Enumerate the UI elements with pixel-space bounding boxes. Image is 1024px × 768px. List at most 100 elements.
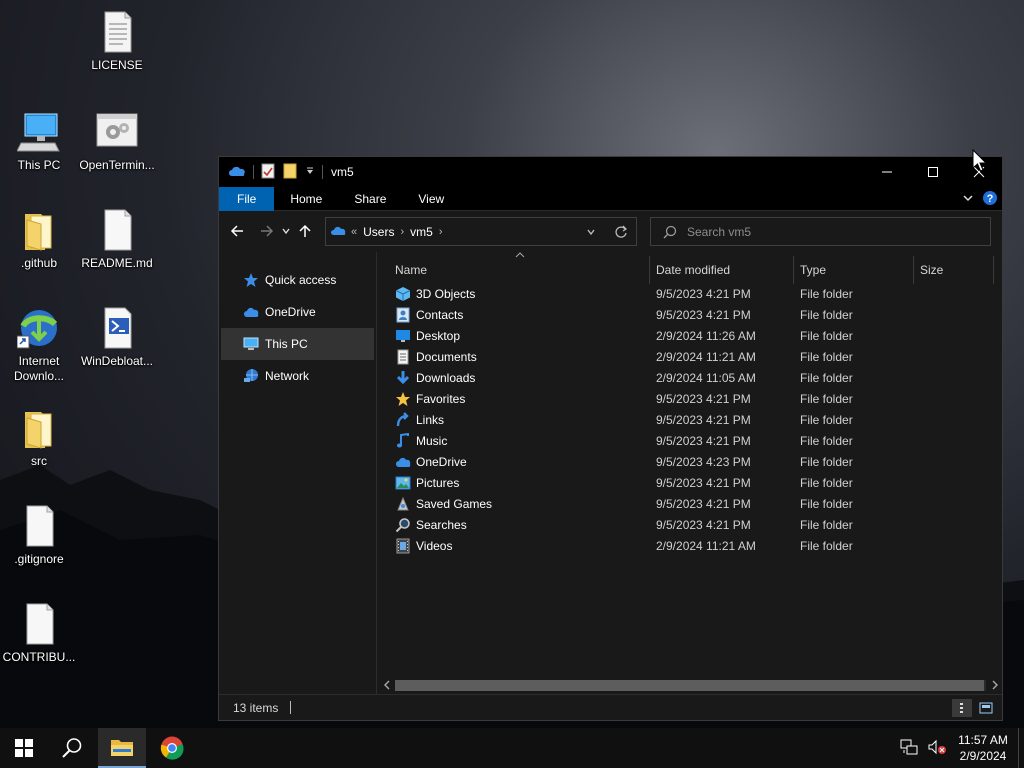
tab-share[interactable]: Share [338,187,402,211]
row-date: 2/9/2024 11:21 AM [656,350,756,364]
scrollbar-thumb[interactable] [395,680,984,691]
maximize-button[interactable] [910,157,956,187]
show-desktop-button[interactable] [1018,728,1024,768]
magnifier-icon [395,518,410,533]
refresh-button[interactable] [606,218,636,245]
list-item[interactable]: Videos 2/9/2024 11:21 AM File folder [377,536,1002,557]
network-status-icon[interactable] [900,739,918,758]
nav-item-onedrive[interactable]: OneDrive [219,296,376,328]
computer-icon [243,337,259,350]
contacts-icon [396,307,410,323]
breadcrumb-separator-icon[interactable]: › [400,226,404,238]
clock[interactable]: 11:57 AM 2/9/2024 [954,732,1012,764]
game-icon [397,496,409,511]
ribbon-right-controls: ? [962,190,998,209]
details-view-button[interactable] [952,699,972,717]
taskbar-chrome[interactable] [148,728,196,768]
row-name: Favorites [416,392,466,406]
list-item[interactable]: Contacts 9/5/2023 4:21 PM File folder [377,305,1002,326]
search-box[interactable] [650,217,991,246]
toolbar-separator [322,165,323,179]
breadcrumb-users[interactable]: Users [363,225,394,239]
list-item[interactable]: Downloads 2/9/2024 11:05 AM File folder [377,368,1002,389]
row-type: File folder [800,518,853,532]
address-bar[interactable]: « Users › vm5 › [325,217,637,246]
tab-file[interactable]: File [219,186,275,211]
taskbar-file-explorer[interactable] [98,728,146,768]
list-item[interactable]: Saved Games 9/5/2023 4:21 PM File folder [377,494,1002,515]
desktop-icon-contributing[interactable]: CONTRIBU... [1,602,77,665]
back-button[interactable] [225,219,249,243]
address-history-button[interactable] [576,218,606,245]
nav-item-label: This PC [265,337,308,351]
list-item[interactable]: Pictures 9/5/2023 4:21 PM File folder [377,473,1002,494]
recent-locations-button[interactable] [279,219,293,243]
desktop-icon [396,330,410,342]
row-name: Searches [416,518,467,532]
column-header-row: Name Date modified Type Size [377,252,1002,284]
column-header-name[interactable]: Name [389,256,650,284]
desktop-icon-github-folder[interactable]: .github [1,208,77,271]
list-item[interactable]: Documents 2/9/2024 11:21 AM File folder [377,347,1002,368]
nav-item-quick-access[interactable]: Quick access [219,264,376,296]
list-item[interactable]: Favorites 9/5/2023 4:21 PM File folder [377,389,1002,410]
navigation-pane: Quick access OneDrive This PC Network [219,252,377,694]
up-button[interactable] [293,219,317,243]
expand-ribbon-chevron-icon[interactable] [962,192,974,207]
row-name: 3D Objects [416,287,476,301]
desktop-icon-windebloater[interactable]: WinDebloat... [79,306,155,369]
row-date: 9/5/2023 4:21 PM [656,287,751,301]
desktop-icon-label: LICENSE [91,58,143,72]
properties-icon[interactable] [261,163,275,182]
minimize-button[interactable] [864,157,910,187]
list-item[interactable]: OneDrive 9/5/2023 4:23 PM File folder [377,452,1002,473]
row-type: File folder [800,455,853,469]
list-item[interactable]: Music 9/5/2023 4:21 PM File folder [377,431,1002,452]
list-item[interactable]: Links 9/5/2023 4:21 PM File folder [377,410,1002,431]
desktop-icon-readme[interactable]: README.md [79,208,155,271]
chevron-down-icon [282,228,290,235]
forward-button[interactable] [255,219,279,243]
status-bar: 13 items [219,694,1002,720]
search-input[interactable] [687,224,967,239]
large-icons-view-icon [979,702,993,714]
tab-home[interactable]: Home [274,187,338,211]
help-icon[interactable]: ? [982,190,998,209]
desktop-icon-src-folder[interactable]: src [1,406,77,469]
desktop-icon-this-pc[interactable]: This PC [1,110,77,173]
column-header-date-modified[interactable]: Date modified [650,256,794,284]
title-bar[interactable]: vm5 [219,157,1002,187]
text-file-icon [95,10,139,54]
desktop-icon-license[interactable]: LICENSE [79,10,155,73]
breadcrumb-separator-icon[interactable]: › [439,226,443,238]
quick-access-toolbar [219,163,323,182]
svg-text:?: ? [987,193,994,205]
scroll-left-icon[interactable] [382,680,392,690]
search-button[interactable] [48,728,96,768]
row-name: Music [416,434,448,448]
customize-toolbar-chevron-icon[interactable] [305,165,315,179]
nav-item-this-pc[interactable]: This PC [221,328,374,360]
desktop-icon-internet-download-manager[interactable]: Internet Downlo... [1,306,77,384]
column-header-size[interactable]: Size [914,256,994,284]
scroll-right-icon[interactable] [990,680,1000,690]
volume-muted-icon[interactable] [928,739,948,758]
file-explorer-window: vm5 File Home Share View ? « Users › vm5… [218,156,1003,721]
picture-icon [395,476,411,490]
nav-item-label: Quick access [265,273,337,287]
nav-item-network[interactable]: Network [219,360,376,392]
large-icons-view-button[interactable] [976,699,996,717]
new-folder-icon[interactable] [282,163,298,182]
desktop-icon-gitignore[interactable]: .gitignore [1,504,77,567]
list-item[interactable]: Desktop 2/9/2024 11:26 AM File folder [377,326,1002,347]
list-item[interactable]: Searches 9/5/2023 4:21 PM File folder [377,515,1002,536]
overflow-chevron[interactable]: « [351,226,357,238]
list-item[interactable]: 3D Objects 9/5/2023 4:21 PM File folder [377,284,1002,305]
tab-view[interactable]: View [402,187,460,211]
horizontal-scrollbar[interactable] [379,678,1000,692]
star-icon [396,392,410,406]
desktop-icon-openterminal[interactable]: OpenTermin... [79,110,155,173]
column-header-type[interactable]: Type [794,256,914,284]
start-button[interactable] [0,728,48,768]
breadcrumb-vm5[interactable]: vm5 [410,225,433,239]
